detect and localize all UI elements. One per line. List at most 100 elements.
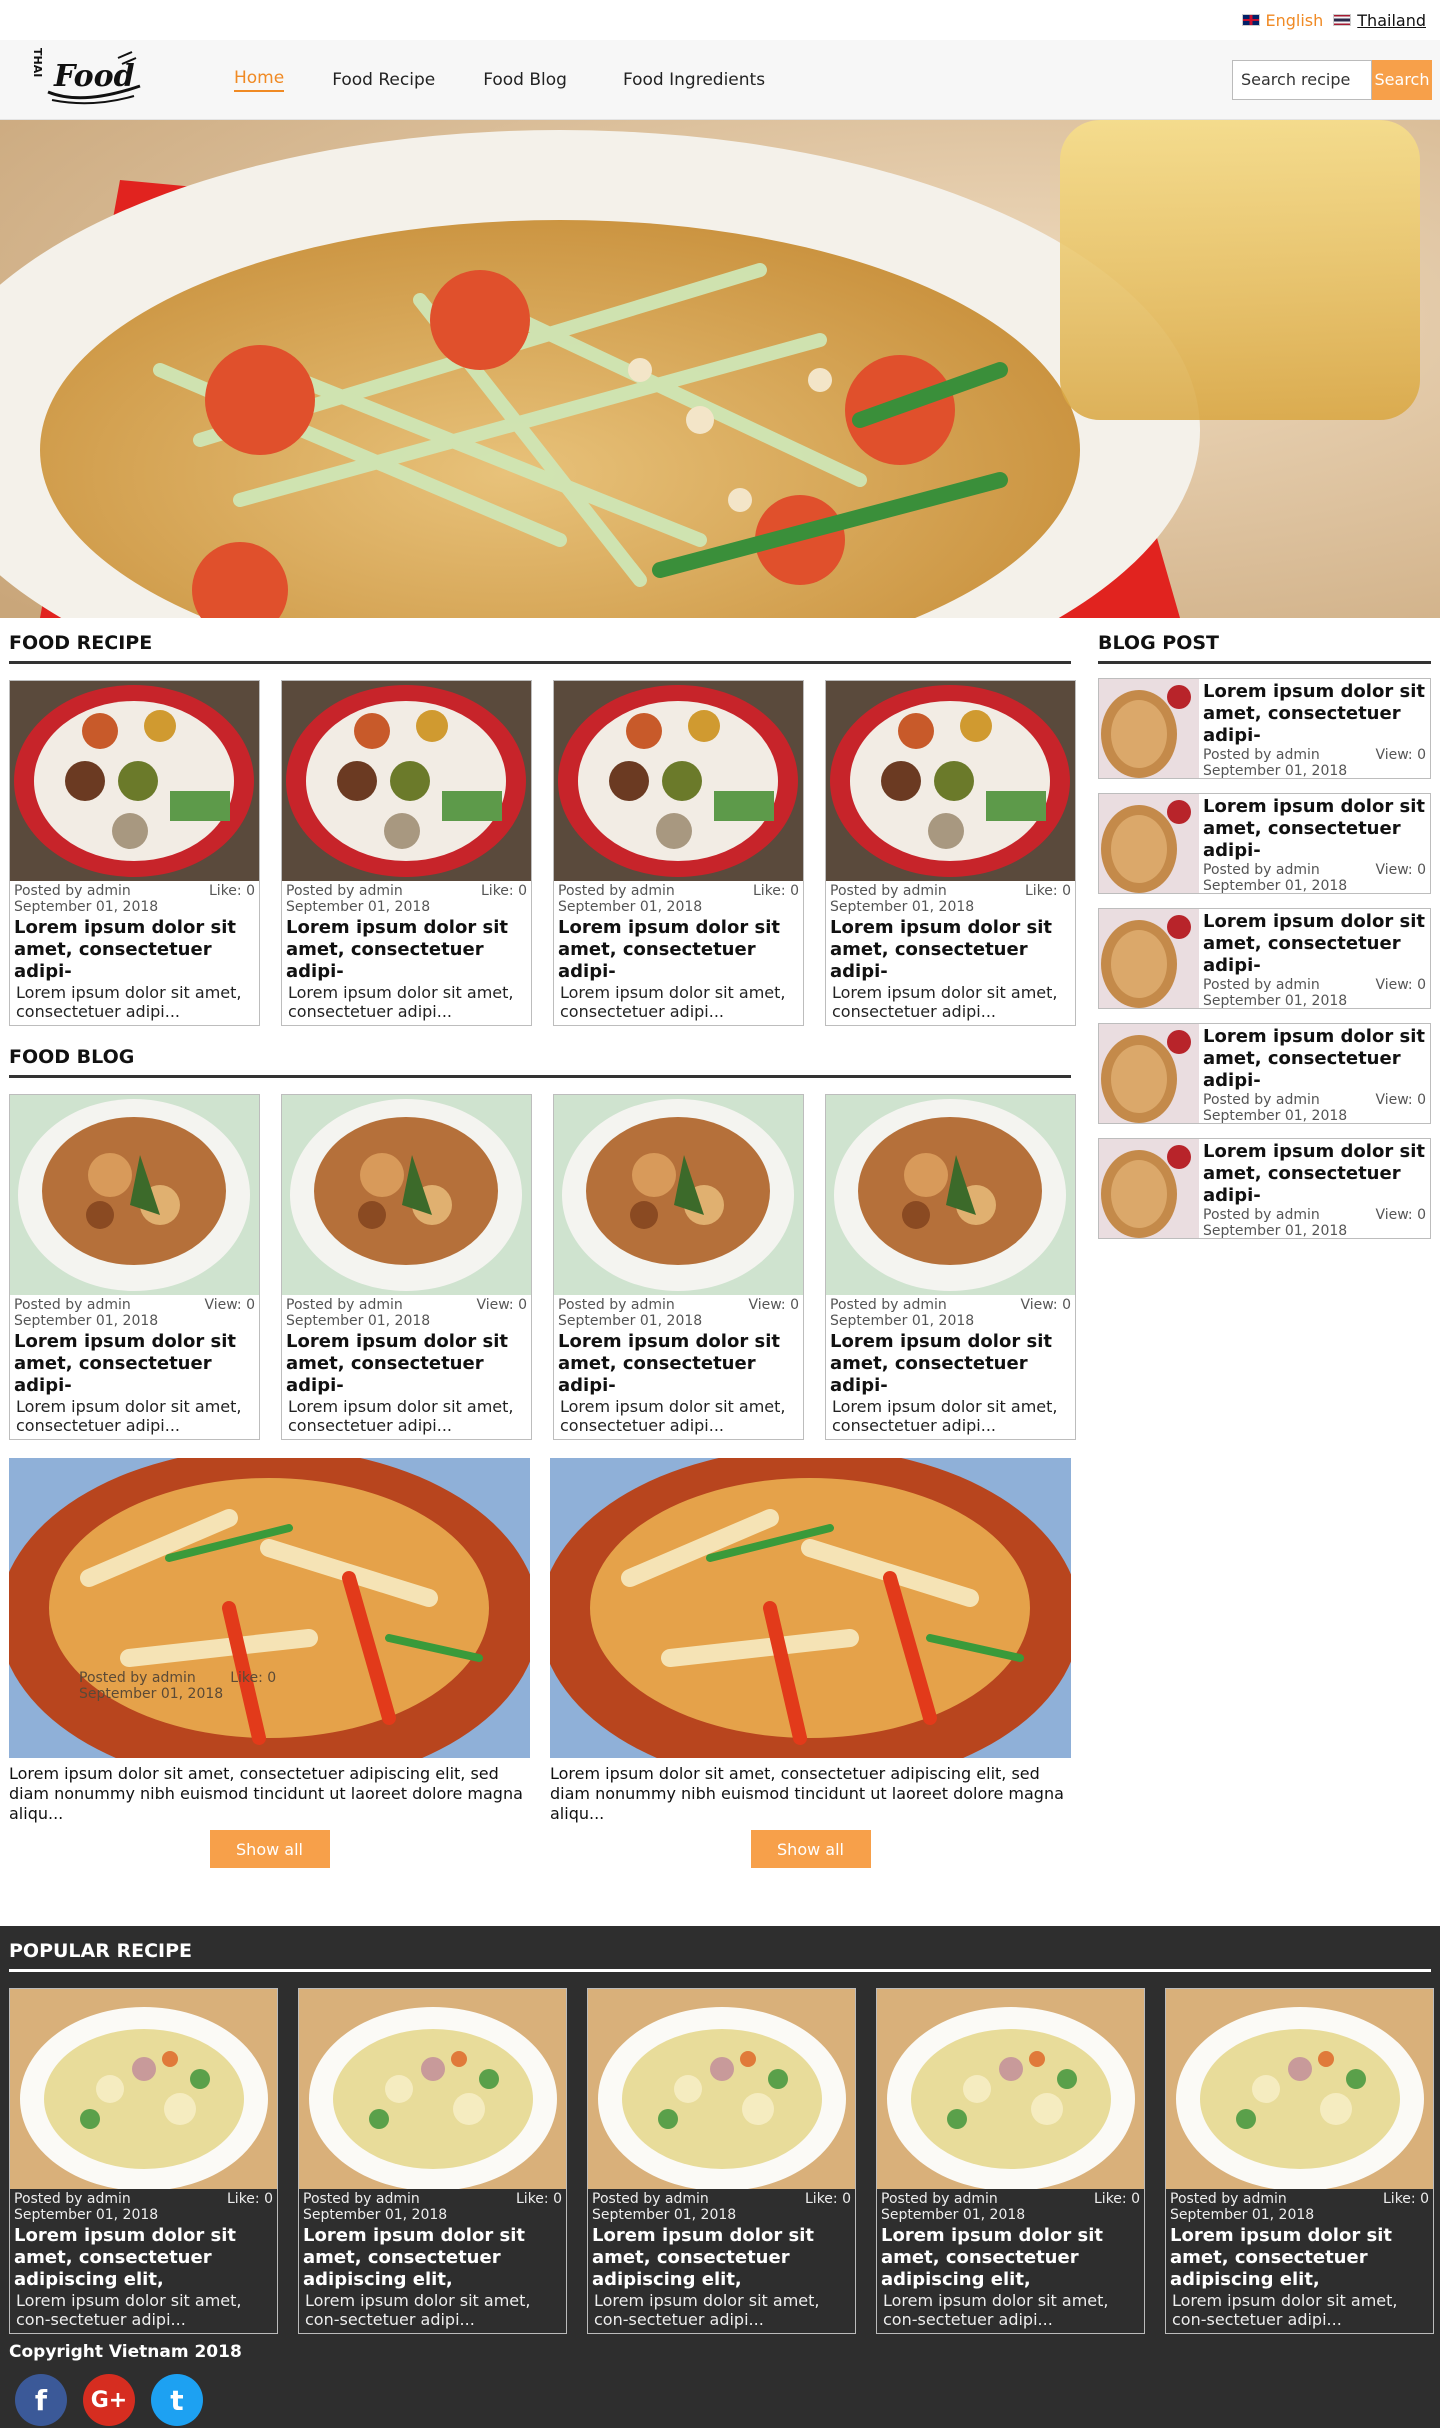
- recipe-card[interactable]: Posted by admin Like: 0 September 01, 201…: [281, 680, 532, 1026]
- recipe-image[interactable]: [826, 681, 1075, 881]
- blog-post-title[interactable]: Lorem ipsum dolor sit amet, consectetuer…: [1203, 796, 1426, 862]
- featured-blog-image[interactable]: [550, 1458, 1071, 1758]
- popular-recipe-description: Lorem ipsum dolor sit amet, con-sectetue…: [305, 2291, 531, 2329]
- recipe-image[interactable]: [282, 681, 531, 881]
- recipe-title[interactable]: Lorem ipsum dolor sit amet, consectetuer…: [826, 915, 1075, 983]
- featured-blog-card[interactable]: Posted by admin Like: 0 September 01, 20…: [9, 1458, 530, 1868]
- show-all-button[interactable]: Show all: [750, 1830, 871, 1868]
- nav-item-food-blog[interactable]: Food Blog: [483, 70, 567, 90]
- blog-post-item[interactable]: Lorem ipsum dolor sit amet, consectetuer…: [1098, 1023, 1431, 1124]
- recipe-description: Lorem ipsum dolor sit amet, consectetuer…: [560, 983, 786, 1021]
- recipe-card[interactable]: Posted by admin Like: 0 September 01, 201…: [553, 680, 804, 1026]
- recipe-title[interactable]: Lorem ipsum dolor sit amet, consectetuer…: [10, 915, 259, 983]
- blog-card[interactable]: Posted by admin View: 0 September 01, 201…: [9, 1094, 260, 1440]
- popular-recipe-title[interactable]: Lorem ipsum dolor sit amet, consectetuer…: [588, 2223, 855, 2291]
- recipe-description: Lorem ipsum dolor sit amet, consectetuer…: [832, 983, 1058, 1021]
- popular-recipe-title[interactable]: Lorem ipsum dolor sit amet, consectetuer…: [1166, 2223, 1433, 2291]
- blog-post-thumbnail[interactable]: [1099, 679, 1199, 778]
- blog-post-thumbnail[interactable]: [1099, 794, 1199, 893]
- site-logo[interactable]: THAI Food: [22, 48, 152, 112]
- blog-post-title[interactable]: Lorem ipsum dolor sit amet, consectetuer…: [1203, 681, 1426, 747]
- view-count: View: 0: [1375, 1092, 1426, 1108]
- popular-recipe-title[interactable]: Lorem ipsum dolor sit amet, consectetuer…: [10, 2223, 277, 2291]
- blog-image[interactable]: [554, 1095, 803, 1295]
- blog-title[interactable]: Lorem ipsum dolor sit amet, consectetuer…: [554, 1329, 803, 1397]
- blog-post-item[interactable]: Lorem ipsum dolor sit amet, consectetuer…: [1098, 1138, 1431, 1239]
- blog-post-title[interactable]: Lorem ipsum dolor sit amet, consectetuer…: [1203, 1026, 1426, 1092]
- popular-recipe-card[interactable]: Posted by admin Like: 0 September 01, 201…: [587, 1988, 856, 2334]
- popular-recipe-card[interactable]: Posted by admin Like: 0 September 01, 201…: [9, 1988, 278, 2334]
- noodle-bowl-image: [826, 1095, 1075, 1295]
- language-thailand-label: Thailand: [1357, 10, 1426, 30]
- blog-post-title[interactable]: Lorem ipsum dolor sit amet, consectetuer…: [1203, 1141, 1426, 1207]
- blog-post-item[interactable]: Lorem ipsum dolor sit amet, consectetuer…: [1098, 908, 1431, 1009]
- popular-recipe-image[interactable]: [10, 1989, 277, 2189]
- blog-image[interactable]: [10, 1095, 259, 1295]
- popular-recipe-meta: Posted by admin Like: 0: [877, 2189, 1144, 2207]
- like-count: Like: 0: [753, 883, 799, 899]
- facebook-icon[interactable]: f: [15, 2374, 67, 2426]
- fried-snack-image: [1099, 1139, 1199, 1238]
- blog-post-info: Lorem ipsum dolor sit amet, consectetuer…: [1199, 1139, 1430, 1239]
- blog-post-thumbnail[interactable]: [1099, 1024, 1199, 1123]
- post-date: September 01, 2018: [830, 1313, 975, 1329]
- popular-recipe-image[interactable]: [588, 1989, 855, 2189]
- blog-title[interactable]: Lorem ipsum dolor sit amet, consectetuer…: [282, 1329, 531, 1397]
- recipe-card[interactable]: Posted by admin Like: 0 September 01, 201…: [825, 680, 1076, 1026]
- blog-card[interactable]: Posted by admin View: 0 September 01, 201…: [281, 1094, 532, 1440]
- blog-post-item[interactable]: Lorem ipsum dolor sit amet, consectetuer…: [1098, 678, 1431, 779]
- blog-image[interactable]: [826, 1095, 1075, 1295]
- posted-by: Posted by admin: [558, 1297, 675, 1313]
- recipe-image[interactable]: [10, 681, 259, 881]
- popular-recipe-image[interactable]: [877, 1989, 1144, 2189]
- featured-blog-row: Posted by admin Like: 0 September 01, 20…: [9, 1458, 1071, 1868]
- blog-image[interactable]: [282, 1095, 531, 1295]
- popular-recipe-description: Lorem ipsum dolor sit amet, con-sectetue…: [16, 2291, 242, 2329]
- recipe-title[interactable]: Lorem ipsum dolor sit amet, consectetuer…: [554, 915, 803, 983]
- blog-card[interactable]: Posted by admin View: 0 September 01, 201…: [553, 1094, 804, 1440]
- featured-blog-image[interactable]: Posted by admin Like: 0 September 01, 20…: [9, 1458, 530, 1758]
- primary-nav: Home Food Recipe Food Blog Food Ingredie…: [234, 68, 813, 92]
- blog-title[interactable]: Lorem ipsum dolor sit amet, consectetuer…: [826, 1329, 1075, 1397]
- posted-by: Posted by admin: [830, 1297, 947, 1313]
- soup-bowl-image: [10, 1989, 277, 2189]
- right-sidebar: BLOG POST Lorem ipsum dolor sit amet, co…: [1098, 632, 1431, 1868]
- posted-by: Posted by admin: [14, 2191, 131, 2207]
- view-count: View: 0: [1375, 747, 1426, 763]
- hero-papaya-salad-image: [0, 120, 1440, 618]
- soup-bowl-image: [1166, 1989, 1433, 2189]
- blog-post-title[interactable]: Lorem ipsum dolor sit amet, consectetuer…: [1203, 911, 1426, 977]
- popular-recipe-card[interactable]: Posted by admin Like: 0 September 01, 201…: [876, 1988, 1145, 2334]
- nav-item-food-ingredients[interactable]: Food Ingredients: [623, 70, 765, 90]
- popular-recipe-card[interactable]: Posted by admin Like: 0 September 01, 201…: [1165, 1988, 1434, 2334]
- popular-recipe-title[interactable]: Lorem ipsum dolor sit amet, consectetuer…: [877, 2223, 1144, 2291]
- nav-item-food-recipe[interactable]: Food Recipe: [332, 70, 435, 90]
- featured-blog-card[interactable]: Lorem ipsum dolor sit amet, consectetuer…: [550, 1458, 1071, 1868]
- popular-recipe-title[interactable]: Lorem ipsum dolor sit amet, consectetuer…: [299, 2223, 566, 2291]
- twitter-icon[interactable]: t: [151, 2374, 203, 2426]
- google-plus-icon[interactable]: G+: [83, 2374, 135, 2426]
- search-button[interactable]: Search: [1372, 59, 1432, 100]
- recipe-image[interactable]: [554, 681, 803, 881]
- post-date: September 01, 2018: [1203, 763, 1348, 779]
- search-box: Search: [1232, 59, 1432, 100]
- search-input[interactable]: [1232, 59, 1372, 100]
- recipe-card[interactable]: Posted by admin Like: 0 September 01, 201…: [9, 680, 260, 1026]
- post-date: September 01, 2018: [14, 2207, 159, 2223]
- language-thailand-link[interactable]: Thailand: [1333, 11, 1426, 30]
- blog-title[interactable]: Lorem ipsum dolor sit amet, consectetuer…: [10, 1329, 259, 1397]
- popular-recipe-meta: Posted by admin Like: 0: [10, 2189, 277, 2207]
- popular-recipe-image[interactable]: [1166, 1989, 1433, 2189]
- blog-post-thumbnail[interactable]: [1099, 1139, 1199, 1238]
- show-all-button[interactable]: Show all: [209, 1830, 330, 1868]
- blog-post-item[interactable]: Lorem ipsum dolor sit amet, consectetuer…: [1098, 793, 1431, 894]
- recipe-title[interactable]: Lorem ipsum dolor sit amet, consectetuer…: [282, 915, 531, 983]
- popular-recipe-card[interactable]: Posted by admin Like: 0 September 01, 201…: [298, 1988, 567, 2334]
- noodle-bowl-image: [10, 1095, 259, 1295]
- blog-card[interactable]: Posted by admin View: 0 September 01, 201…: [825, 1094, 1076, 1440]
- language-english-link[interactable]: English: [1241, 11, 1323, 30]
- logo-graphic: THAI Food: [31, 48, 141, 104]
- blog-post-thumbnail[interactable]: [1099, 909, 1199, 1008]
- popular-recipe-image[interactable]: [299, 1989, 566, 2189]
- nav-item-home[interactable]: Home: [234, 68, 285, 92]
